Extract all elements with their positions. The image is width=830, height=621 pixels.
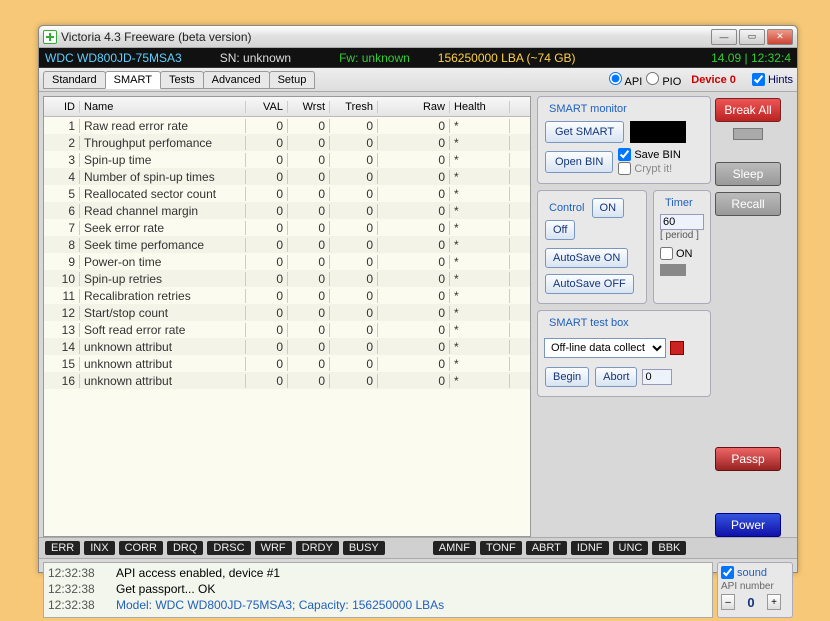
flag-inx: INX xyxy=(84,541,114,555)
flag-idnf: IDNF xyxy=(571,541,609,555)
log-panel[interactable]: 12:32:38API access enabled, device #112:… xyxy=(43,562,713,618)
passp-button[interactable]: Passp xyxy=(715,447,781,471)
pio-radio[interactable]: PIO xyxy=(646,72,681,88)
table-row[interactable]: 7Seek error rate0000* xyxy=(44,219,530,236)
hints-checkbox[interactable]: Hints xyxy=(752,73,793,86)
tab-advanced[interactable]: Advanced xyxy=(203,71,270,89)
break-indicator xyxy=(733,128,763,140)
smart-table: ID Name VAL Wrst Tresh Raw Health 1Raw r… xyxy=(43,96,531,537)
get-smart-button[interactable]: Get SMART xyxy=(545,121,624,143)
api-num-increment[interactable]: + xyxy=(767,594,781,610)
flag-amnf: AMNF xyxy=(433,541,476,555)
smart-status-indicator xyxy=(630,121,686,143)
table-row[interactable]: 1Raw read error rate0000* xyxy=(44,117,530,134)
flag-busy: BUSY xyxy=(343,541,385,555)
tab-setup[interactable]: Setup xyxy=(269,71,316,89)
timer-indicator xyxy=(660,264,686,276)
flag-drq: DRQ xyxy=(167,541,203,555)
control-off-button[interactable]: Off xyxy=(545,220,575,240)
sleep-button[interactable]: Sleep xyxy=(715,162,781,186)
autosave-on-button[interactable]: AutoSave ON xyxy=(545,248,628,268)
table-row[interactable]: 15unknown attribut0000* xyxy=(44,355,530,372)
device-label: Device 0 xyxy=(691,74,736,86)
window-title: Victoria 4.3 Freeware (beta version) xyxy=(61,30,252,44)
power-button[interactable]: Power xyxy=(715,513,781,537)
break-all-button[interactable]: Break All xyxy=(715,98,781,122)
flag-drsc: DRSC xyxy=(207,541,250,555)
flag-tonf: TONF xyxy=(480,541,522,555)
table-row[interactable]: 3Spin-up time0000* xyxy=(44,151,530,168)
table-row[interactable]: 10Spin-up retries0000* xyxy=(44,270,530,287)
control-on-button[interactable]: ON xyxy=(592,198,625,218)
table-row[interactable]: 2Throughput perfomance0000* xyxy=(44,134,530,151)
close-button[interactable]: ✕ xyxy=(767,29,793,45)
maximize-button[interactable]: ▭ xyxy=(739,29,765,45)
sound-checkbox[interactable]: sound xyxy=(721,566,789,579)
api-box: sound API number – 0 + xyxy=(717,562,793,618)
col-tresh[interactable]: Tresh xyxy=(330,101,378,113)
flag-abrt: ABRT xyxy=(526,541,567,555)
drive-fw: Fw: unknown xyxy=(339,51,410,65)
drive-sn: SN: unknown xyxy=(220,51,291,65)
table-row[interactable]: 14unknown attribut0000* xyxy=(44,338,530,355)
log-line: 12:32:38Get passport... OK xyxy=(48,581,708,597)
col-health[interactable]: Health xyxy=(450,101,510,113)
smart-test-group: SMART test box Off-line data collect Beg… xyxy=(537,310,711,397)
table-row[interactable]: 13Soft read error rate0000* xyxy=(44,321,530,338)
app-window: Victoria 4.3 Freeware (beta version) — ▭… xyxy=(38,25,798,573)
col-id[interactable]: ID xyxy=(44,101,80,113)
tab-bar: Standard SMART Tests Advanced Setup API … xyxy=(39,68,797,92)
autosave-off-button[interactable]: AutoSave OFF xyxy=(545,274,634,294)
table-row[interactable]: 9Power-on time0000* xyxy=(44,253,530,270)
test-status-icon xyxy=(670,341,684,355)
app-icon xyxy=(43,30,57,44)
titlebar[interactable]: Victoria 4.3 Freeware (beta version) — ▭… xyxy=(39,26,797,48)
table-row[interactable]: 4Number of spin-up times0000* xyxy=(44,168,530,185)
clock: 14.09 | 12:32:4 xyxy=(711,51,791,65)
flag-bbk: BBK xyxy=(652,541,686,555)
test-value-input[interactable] xyxy=(642,369,672,385)
smart-monitor-group: SMART monitor Get SMART Open BIN Save BI… xyxy=(537,96,711,184)
flag-err: ERR xyxy=(45,541,80,555)
recall-button[interactable]: Recall xyxy=(715,192,781,216)
flag-drdy: DRDY xyxy=(296,541,339,555)
flag-unc: UNC xyxy=(613,541,649,555)
timer-on-checkbox[interactable]: ON xyxy=(660,247,704,260)
crypt-checkbox[interactable]: Crypt it! xyxy=(618,162,680,175)
test-select[interactable]: Off-line data collect xyxy=(544,338,666,358)
control-group: Control ON Off AutoSave ON AutoSave OFF xyxy=(537,190,647,304)
open-bin-button[interactable]: Open BIN xyxy=(545,151,613,173)
table-row[interactable]: 8Seek time perfomance0000* xyxy=(44,236,530,253)
abort-button[interactable]: Abort xyxy=(595,367,637,387)
status-flag-bar: ERR INX CORR DRQ DRSC WRF DRDY BUSY AMNF TONF ABRT… xyxy=(39,537,797,559)
api-radio[interactable]: API xyxy=(609,72,642,88)
table-header: ID Name VAL Wrst Tresh Raw Health xyxy=(44,97,530,117)
table-row[interactable]: 11Recalibration retries0000* xyxy=(44,287,530,304)
api-num-decrement[interactable]: – xyxy=(721,594,735,610)
begin-button[interactable]: Begin xyxy=(545,367,589,387)
flag-wrf: WRF xyxy=(255,541,292,555)
col-raw[interactable]: Raw xyxy=(378,101,450,113)
api-num-value: 0 xyxy=(737,595,765,610)
tab-smart[interactable]: SMART xyxy=(105,71,161,89)
minimize-button[interactable]: — xyxy=(711,29,737,45)
drive-model: WDC WD800JD-75MSA3 xyxy=(45,51,182,65)
tab-standard[interactable]: Standard xyxy=(43,71,106,89)
timer-input[interactable] xyxy=(660,214,704,230)
col-val[interactable]: VAL xyxy=(246,101,288,113)
drive-lba: 156250000 LBA (~74 GB) xyxy=(438,51,576,65)
col-name[interactable]: Name xyxy=(80,101,246,113)
drive-info-bar: WDC WD800JD-75MSA3 SN: unknown Fw: unkno… xyxy=(39,48,797,68)
table-row[interactable]: 5Reallocated sector count0000* xyxy=(44,185,530,202)
save-bin-checkbox[interactable]: Save BIN xyxy=(618,148,680,161)
table-row[interactable]: 16unknown attribut0000* xyxy=(44,372,530,389)
table-row[interactable]: 6Read channel margin0000* xyxy=(44,202,530,219)
col-wrst[interactable]: Wrst xyxy=(288,101,330,113)
table-row[interactable]: 12Start/stop count0000* xyxy=(44,304,530,321)
tab-tests[interactable]: Tests xyxy=(160,71,204,89)
log-line: 12:32:38API access enabled, device #1 xyxy=(48,565,708,581)
timer-group: Timer [ period ] ON xyxy=(653,190,711,304)
flag-corr: CORR xyxy=(119,541,163,555)
log-line: 12:32:38Model: WDC WD800JD-75MSA3; Capac… xyxy=(48,597,708,613)
